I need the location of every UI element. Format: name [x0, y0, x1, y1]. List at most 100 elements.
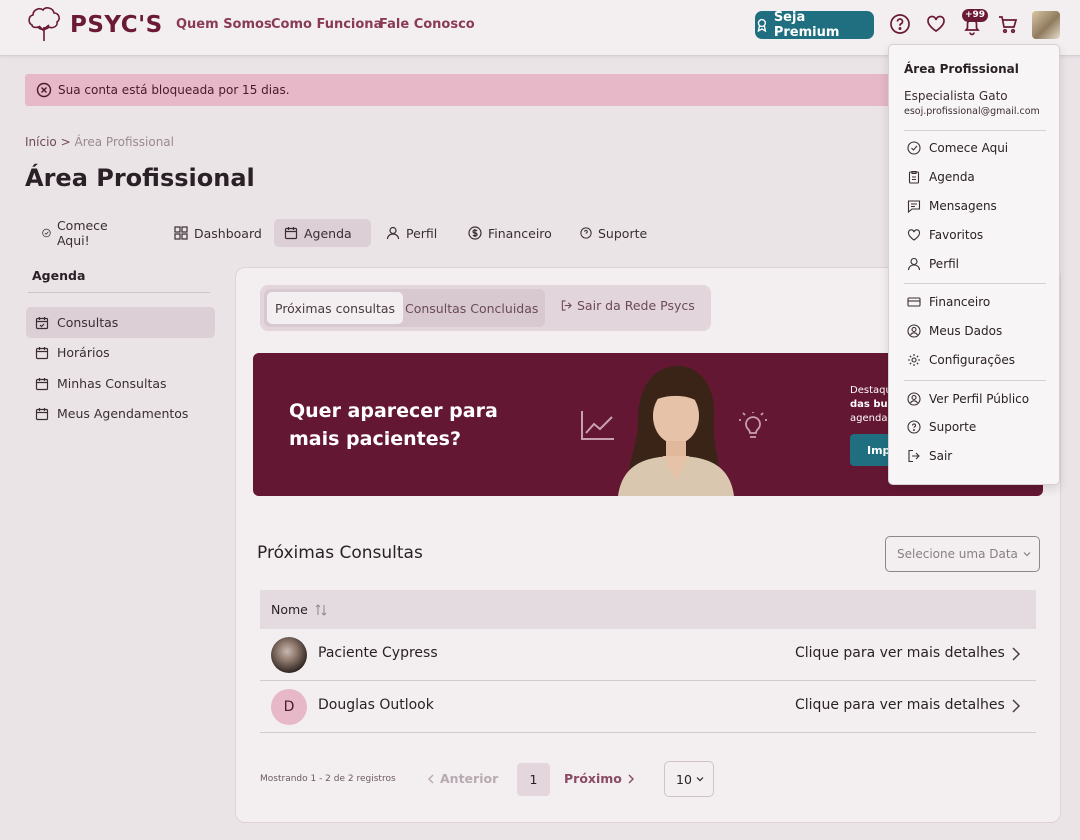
- dropdown-user-email: esoj.profissional@gmail.com: [904, 106, 1040, 117]
- alert-text: Sua conta está bloqueada por 15 dias.: [58, 83, 290, 97]
- tab-financeiro[interactable]: Financeiro: [458, 219, 562, 247]
- sidebar-item-minhas-consultas[interactable]: Minhas Consultas: [26, 368, 215, 399]
- lightbulb-icon: [739, 412, 767, 438]
- brand-name: PSYC'S: [70, 12, 163, 38]
- menu-item-ver-perfil-publico[interactable]: Ver Perfil Público: [907, 390, 1029, 408]
- blocked-alert: Sua conta está bloqueada por 15 dias.: [25, 74, 905, 106]
- chevron-left-icon: [428, 774, 434, 783]
- per-page-select[interactable]: 10: [664, 761, 714, 797]
- menu-item-favoritos[interactable]: Favoritos: [907, 226, 983, 244]
- menu-item-financeiro[interactable]: Financeiro: [907, 293, 990, 311]
- section-title: Próximas Consultas: [257, 543, 423, 563]
- menu-item-label: Perfil: [929, 257, 960, 271]
- tab-label: Suporte: [598, 225, 648, 241]
- premium-button[interactable]: Seja Premium: [755, 10, 874, 40]
- person-photo: [618, 366, 734, 496]
- subtab-concluidas[interactable]: Consultas Concluidas: [397, 292, 546, 324]
- next-button[interactable]: Próximo: [564, 771, 635, 786]
- patient-avatar-initial: D: [271, 689, 307, 725]
- nav-como-funciona[interactable]: Como Funciona: [271, 17, 382, 32]
- breadcrumb-current: Área Profissional: [74, 135, 174, 149]
- sidebar-item-label: Horários: [57, 345, 110, 360]
- subtab-proximas[interactable]: Próximas consultas: [267, 292, 404, 324]
- sidebar-item-consultas[interactable]: Consultas: [26, 307, 215, 338]
- sort-icon[interactable]: [314, 603, 328, 617]
- award-icon: [757, 18, 767, 32]
- tab-comece-aqui[interactable]: Comece Aqui!: [32, 218, 123, 248]
- help-icon[interactable]: [889, 13, 911, 35]
- user-icon: [386, 226, 400, 240]
- breadcrumb-separator: >: [60, 135, 71, 149]
- sidebar-item-horarios[interactable]: Horários: [26, 337, 215, 368]
- menu-item-mensagens[interactable]: Mensagens: [907, 197, 997, 215]
- calendar-clock-icon: [35, 407, 49, 420]
- menu-item-perfil[interactable]: Perfil: [907, 255, 959, 273]
- tab-agenda[interactable]: Agenda: [274, 219, 371, 247]
- cart-icon[interactable]: [997, 13, 1019, 35]
- premium-label: Seja Premium: [773, 10, 840, 40]
- check-circle-icon: [42, 228, 51, 238]
- logo[interactable]: PSYC'S: [24, 5, 163, 45]
- notification-badge: +99: [962, 9, 989, 22]
- check-circle-icon: [907, 141, 921, 155]
- chevron-right-icon[interactable]: [1008, 698, 1022, 714]
- logout-icon: [908, 449, 920, 463]
- page-number-button[interactable]: 1: [517, 763, 550, 796]
- per-page-value: 10: [676, 771, 692, 787]
- chevron-right-icon[interactable]: [1008, 646, 1022, 662]
- dropdown-divider: [904, 130, 1046, 131]
- menu-item-meus-dados[interactable]: Meus Dados: [907, 322, 1002, 340]
- breadcrumb-home[interactable]: Início: [25, 135, 57, 149]
- user-icon: [907, 257, 921, 271]
- sidebar-item-label: Meus Agendamentos: [57, 406, 189, 421]
- tab-perfil[interactable]: Perfil: [376, 219, 447, 247]
- pagination-info: Mostrando 1 - 2 de 2 registros: [260, 774, 396, 784]
- chevron-right-icon: [628, 774, 634, 783]
- brain-tree-icon: [28, 7, 60, 41]
- tab-dashboard[interactable]: Dashboard: [164, 219, 272, 247]
- menu-item-label: Financeiro: [929, 295, 991, 309]
- menu-item-sair[interactable]: Sair: [907, 447, 952, 465]
- column-name-header[interactable]: Nome: [271, 602, 308, 617]
- close-circle-icon: [36, 82, 52, 98]
- breadcrumb: Início > Área Profissional: [25, 135, 174, 149]
- table-row[interactable]: Paciente Cypress Clique para ver mais de…: [260, 629, 1036, 681]
- menu-item-label: Configurações: [929, 353, 1015, 367]
- menu-item-label: Ver Perfil Público: [929, 392, 1030, 406]
- nav-quem-somos[interactable]: Quem Somos: [176, 17, 272, 32]
- gear-icon: [908, 354, 920, 366]
- menu-item-label: Favoritos: [929, 228, 984, 242]
- details-link[interactable]: Clique para ver mais detalhes: [795, 697, 1005, 713]
- nav-fale-conosco[interactable]: Fale Conosco: [379, 17, 475, 32]
- menu-item-label: Agenda: [929, 170, 975, 184]
- date-select[interactable]: Selecione uma Data: [885, 536, 1040, 572]
- logout-icon: [561, 299, 572, 311]
- dropdown-user-name: Especialista Gato: [904, 89, 1008, 103]
- credit-card-icon: [907, 297, 921, 307]
- chevron-down-icon: [696, 777, 704, 782]
- menu-item-suporte[interactable]: Suporte: [907, 418, 976, 436]
- table-row[interactable]: D Douglas Outlook Clique para ver mais d…: [260, 681, 1036, 733]
- heart-icon: [907, 229, 921, 241]
- sidebar-item-meus-agendamentos[interactable]: Meus Agendamentos: [26, 398, 215, 429]
- user-circle-icon: [907, 324, 921, 338]
- prev-button[interactable]: Anterior: [427, 771, 498, 786]
- menu-item-comece-aqui[interactable]: Comece Aqui: [907, 139, 1008, 157]
- menu-item-agenda[interactable]: Agenda: [907, 168, 975, 186]
- menu-item-configuracoes[interactable]: Configurações: [907, 351, 1015, 369]
- tab-suporte[interactable]: Suporte: [570, 219, 657, 247]
- message-icon: [907, 200, 921, 213]
- heart-icon[interactable]: [925, 13, 947, 35]
- user-avatar[interactable]: [1032, 11, 1060, 39]
- user-circle-icon: [907, 392, 921, 406]
- tab-label: Perfil: [406, 225, 438, 241]
- banner-headline: Quer aparecer para mais pacientes?: [289, 400, 498, 450]
- menu-item-label: Sair: [929, 449, 953, 463]
- clipboard-icon: [908, 170, 920, 184]
- menu-item-label: Suporte: [929, 420, 977, 434]
- sidebar-divider: [28, 292, 210, 293]
- subtab-sair-rede[interactable]: Sair da Rede Psycs: [553, 289, 703, 321]
- details-link[interactable]: Clique para ver mais detalhes: [795, 645, 1005, 661]
- calendar-check-icon: [35, 316, 49, 329]
- menu-item-label: Comece Aqui: [929, 141, 1009, 155]
